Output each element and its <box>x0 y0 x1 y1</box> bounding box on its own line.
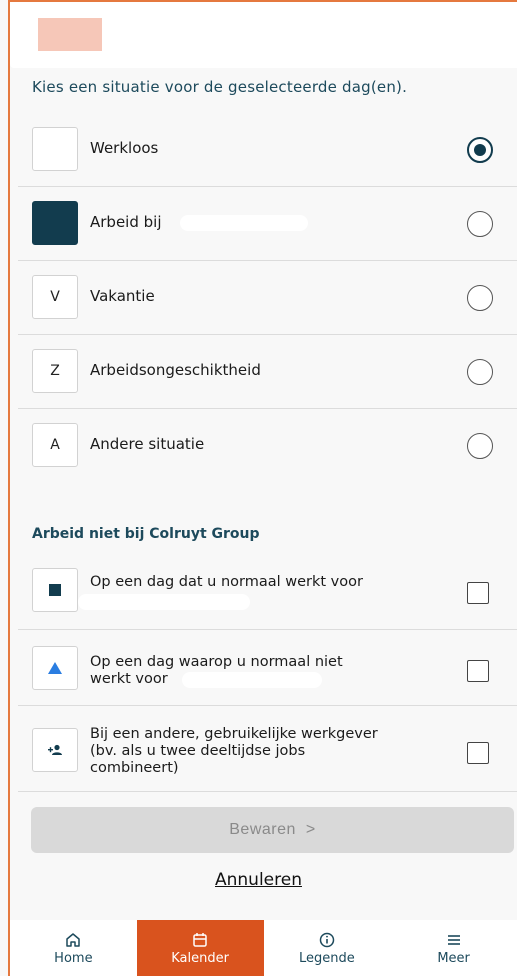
situation-row-andere[interactable]: A Andere situatie <box>18 409 517 483</box>
situation-label: Andere situatie <box>90 435 205 453</box>
situation-label: Arbeidsongeschiktheid <box>90 361 261 379</box>
add-person-icon <box>32 728 78 772</box>
nav-legende[interactable]: Legende <box>264 920 391 976</box>
cancel-link[interactable]: Annuleren <box>0 870 517 890</box>
nav-label: Home <box>54 950 93 966</box>
radio-arbeid[interactable] <box>467 211 493 237</box>
radio-arbeidsongeschiktheid[interactable] <box>467 359 493 385</box>
situation-color-box <box>32 201 78 245</box>
intro-text: Kies een situatie voor de geselecteerde … <box>32 78 408 96</box>
save-button[interactable]: Bewaren > <box>31 807 514 853</box>
info-icon <box>318 931 336 949</box>
redacted-text <box>78 594 250 610</box>
work-option-label: Op een dag dat u normaal werkt voor <box>90 574 363 590</box>
nav-label: Legende <box>298 950 355 966</box>
radio-andere[interactable] <box>467 433 493 459</box>
bottom-nav: Home Kalender Legende Meer <box>10 920 517 976</box>
situation-code-box: A <box>32 423 78 467</box>
situation-row-werkloos[interactable]: Werkloos <box>18 113 517 187</box>
situation-row-vakantie[interactable]: V Vakantie <box>18 261 517 335</box>
redacted-text <box>182 672 322 688</box>
nav-label: Kalender <box>171 950 229 966</box>
save-button-label: Bewaren <box>229 821 296 838</box>
chevron-right-icon: > <box>305 821 316 838</box>
work-option-label: werkt voor <box>90 671 168 687</box>
situation-code-box: V <box>32 275 78 319</box>
situation-row-arbeid[interactable]: Arbeid bij <box>18 187 517 261</box>
calendar-icon <box>191 931 209 949</box>
nav-kalender[interactable]: Kalender <box>136 920 264 976</box>
work-option-label: combineert) <box>90 760 179 776</box>
home-icon <box>64 931 82 949</box>
square-icon <box>32 568 78 612</box>
checkbox-normal-day[interactable] <box>467 582 489 604</box>
redacted-text <box>180 215 308 231</box>
logo <box>38 18 102 51</box>
work-option-label: Bij een andere, gebruikelijke werkgever <box>90 726 378 742</box>
radio-werkloos[interactable] <box>467 137 493 163</box>
work-option-non-normal-day[interactable]: Op een dag waarop u normaal niet werkt v… <box>18 630 517 706</box>
header-bar <box>10 2 517 68</box>
work-option-label: (bv. als u twee deeltijdse jobs <box>90 743 306 759</box>
work-option-label: Op een dag waarop u normaal niet <box>90 654 343 670</box>
work-option-other-employer[interactable]: Bij een andere, gebruikelijke werkgever … <box>18 706 517 792</box>
radio-vakantie[interactable] <box>467 285 493 311</box>
situation-row-arbeidsongeschiktheid[interactable]: Z Arbeidsongeschiktheid <box>18 335 517 409</box>
menu-icon <box>445 931 463 949</box>
situation-code-box: Z <box>32 349 78 393</box>
nav-meer[interactable]: Meer <box>390 920 517 976</box>
section-title: Arbeid niet bij Colruyt Group <box>32 526 260 542</box>
checkbox-non-normal-day[interactable] <box>467 660 489 682</box>
nav-home[interactable]: Home <box>10 920 137 976</box>
checkbox-other-employer[interactable] <box>467 742 489 764</box>
situation-label: Arbeid bij <box>90 213 162 231</box>
nav-label: Meer <box>437 950 470 966</box>
situation-label: Vakantie <box>90 287 155 305</box>
situation-code-box <box>32 127 78 171</box>
work-option-normal-day[interactable]: Op een dag dat u normaal werkt voor <box>18 556 517 630</box>
triangle-icon <box>32 646 78 690</box>
situation-label: Werkloos <box>90 139 159 157</box>
